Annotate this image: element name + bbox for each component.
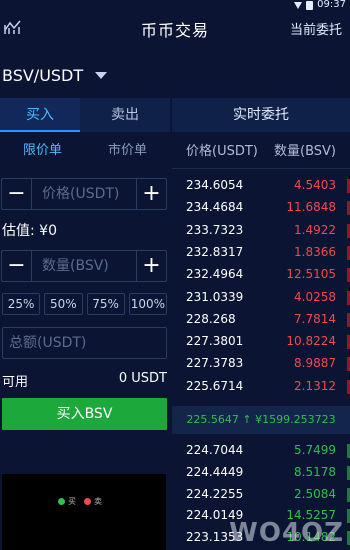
total-input[interactable]: 总额(USDT) [2, 327, 167, 359]
price-increase-button[interactable]: + [136, 179, 166, 209]
ask-row[interactable]: 227.3801 10.8224 [172, 331, 350, 353]
order-type-tabs: 限价单 市价单 [0, 134, 170, 168]
available-balance: 可用 0 USDT [2, 371, 167, 390]
side-tabs: 买入 卖出 [0, 98, 170, 132]
top-bar: 币币交易 当前委托 [0, 10, 350, 52]
ask-price: 232.8317 [186, 244, 244, 259]
current-orders-link[interactable]: 当前委托 [290, 19, 342, 38]
ask-amount: 12.5105 [286, 267, 336, 282]
pair-name: BSV/USDT [2, 65, 84, 85]
bid-amount: 5.7499 [294, 443, 336, 457]
tab-sell[interactable]: 卖出 [80, 98, 170, 132]
status-time: 09:37 [317, 0, 346, 10]
ask-price: 225.6714 [186, 378, 244, 393]
ask-price: 233.7323 [186, 222, 244, 237]
percent-100-button[interactable]: 100% [128, 293, 167, 315]
legend-sell: 卖 [84, 496, 102, 507]
tab-market-order[interactable]: 市价单 [85, 134, 170, 168]
price-decrease-button[interactable]: − [2, 179, 32, 209]
bid-price: 224.2255 [186, 486, 244, 501]
ask-amount: 2.1312 [294, 378, 336, 393]
legend-buy-label: 买 [68, 497, 76, 506]
ask-amount: 7.7814 [294, 311, 336, 326]
amount-increase-button[interactable]: + [136, 251, 166, 281]
bid-amount: 8.5178 [294, 464, 336, 479]
ask-amount: 4.0258 [294, 289, 336, 304]
ask-row[interactable]: 233.7323 1.4922 [172, 220, 350, 242]
amount-column-header: 数量(BSV) [274, 144, 336, 159]
ask-row[interactable]: 234.6054 4.5403 [172, 175, 350, 197]
percent-25-button[interactable]: 25% [2, 293, 41, 315]
ask-row[interactable]: 234.4684 11.6848 [172, 197, 350, 219]
ask-amount: 8.9887 [294, 356, 336, 371]
percent-75-button[interactable]: 75% [86, 293, 125, 315]
bid-amount: 2.5084 [294, 486, 336, 501]
ask-row[interactable]: 225.6714 2.1312 [172, 376, 350, 398]
legend-buy-dot [58, 498, 65, 505]
available-value: 0 USDT [118, 371, 167, 386]
ask-price: 231.0339 [186, 289, 244, 304]
bid-row[interactable]: 224.4449 8.5178 [172, 462, 350, 484]
ask-row[interactable]: 232.4964 12.5105 [172, 264, 350, 286]
bid-price: 224.4449 [186, 464, 244, 479]
last-trade-price: 225.5647 ↑ ¥1599.253723 [172, 406, 350, 434]
status-bar: 09:37 [0, 0, 350, 10]
order-book-header: 实时委托 [172, 98, 350, 132]
price-stepper: − 价格(USDT) + [1, 178, 167, 210]
order-book-column-headers: 价格(USDT) 数量(BSV) [172, 140, 350, 160]
chevron-down-icon [95, 71, 108, 79]
amount-stepper: − 数量(BSV) + [1, 250, 167, 282]
depth-chart: 买 卖 [2, 474, 166, 550]
ask-row[interactable]: 228.268 7.7814 [172, 309, 350, 331]
bid-price: 224.7044 [186, 443, 244, 457]
buy-button[interactable]: 买入BSV [2, 398, 167, 430]
percent-50-button[interactable]: 50% [44, 293, 83, 315]
ask-amount: 10.8224 [286, 334, 336, 349]
legend-sell-label: 卖 [94, 497, 102, 506]
ask-price: 232.4964 [186, 267, 244, 282]
wifi-icon [294, 1, 303, 9]
ask-amount: 4.5403 [294, 178, 336, 192]
ask-price: 228.268 [186, 311, 236, 326]
divider [172, 168, 350, 169]
ask-price: 227.3801 [186, 334, 244, 349]
price-column-header: 价格(USDT) [186, 144, 258, 159]
ask-row[interactable]: 232.8317 1.8366 [172, 242, 350, 264]
battery-icon [306, 0, 314, 10]
bid-row[interactable]: 224.2255 2.5084 [172, 484, 350, 506]
watermark: WO4OZ [229, 518, 344, 548]
available-label: 可用 [2, 375, 29, 390]
ask-price: 234.6054 [186, 178, 244, 192]
bid-row[interactable]: 224.7044 5.7499 [172, 440, 350, 462]
amount-input[interactable]: 数量(BSV) [33, 251, 135, 281]
ask-amount: 11.6848 [286, 200, 336, 215]
ask-row[interactable]: 227.3783 8.9887 [172, 353, 350, 375]
tab-limit-order[interactable]: 限价单 [0, 134, 85, 168]
ask-price: 234.4684 [186, 200, 244, 215]
price-input[interactable]: 价格(USDT) [33, 179, 135, 209]
tab-buy[interactable]: 买入 [0, 98, 80, 132]
ask-amount: 1.4922 [294, 222, 336, 237]
order-book-title[interactable]: 实时委托 [172, 98, 350, 132]
legend-sell-dot [84, 498, 91, 505]
estimate-value: 估值: ¥0 [2, 223, 57, 239]
chart-legend: 买 卖 [58, 496, 102, 507]
legend-buy: 买 [58, 496, 76, 507]
pair-selector[interactable]: BSV/USDT [0, 62, 108, 88]
ask-amount: 1.8366 [294, 244, 336, 259]
amount-decrease-button[interactable]: − [2, 251, 32, 281]
ask-price: 227.3783 [186, 356, 244, 371]
percent-buttons: 25% 50% 75% 100% [2, 293, 167, 315]
ask-row[interactable]: 231.0339 4.0258 [172, 287, 350, 309]
